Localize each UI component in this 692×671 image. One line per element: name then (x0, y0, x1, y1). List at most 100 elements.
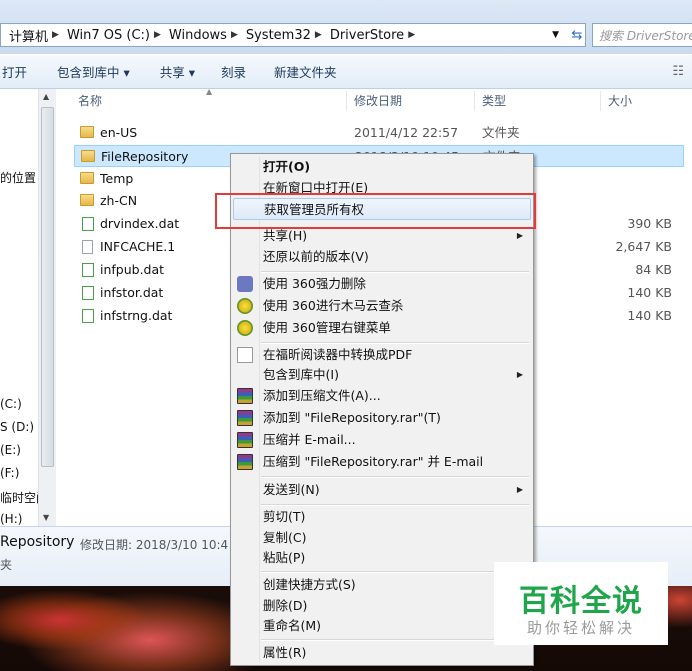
menu-item-share[interactable]: 共享(H) ▶ (233, 225, 531, 247)
breadcrumb-driverstore[interactable]: DriverStore (324, 28, 406, 43)
folder-icon (80, 194, 94, 206)
file-name: infstor.dat (100, 285, 164, 300)
details-modified-date: 修改日期: 2018/3/10 10:4 (80, 538, 229, 552)
menu-item-360-delete[interactable]: 使用 360强力删除 (233, 273, 531, 295)
menu-item-send-to[interactable]: 发送到(N) ▶ (233, 479, 531, 501)
watermark-subtitle: 助你轻松解决 (526, 619, 635, 637)
menu-item-add-archive[interactable]: 添加到压缩文件(A)... (233, 385, 531, 407)
command-toolbar: 打开 包含到库中 ▾ 共享 ▾ 刻录 新建文件夹 ☷ (0, 55, 692, 89)
winrar-icon (237, 410, 253, 426)
winrar-icon (237, 454, 253, 470)
nav-item-locations[interactable]: 的位置 (0, 169, 36, 186)
folder-icon (81, 150, 95, 162)
menu-separator (261, 639, 529, 641)
folder-icon (80, 126, 94, 138)
menu-item-delete[interactable]: 删除(D) (233, 595, 531, 617)
file-name: zh-CN (100, 193, 138, 208)
menu-item-compress-email[interactable]: 压缩并 E-mail... (233, 429, 531, 451)
include-in-library-button[interactable]: 包含到库中 ▾ (57, 62, 142, 81)
column-header-type[interactable]: 类型 (482, 89, 506, 115)
column-header-size[interactable]: 大小 (608, 89, 632, 115)
menu-item-360-scan[interactable]: 使用 360进行木马云查杀 (233, 295, 531, 317)
breadcrumb-system32[interactable]: System32 (240, 28, 313, 43)
file-row[interactable]: en-US 2011/4/12 22:57 文件夹 (74, 122, 684, 144)
nav-item-drive-f[interactable]: (F:) (0, 466, 19, 480)
submenu-arrow-icon: ▶ (516, 231, 523, 240)
submenu-arrow-icon: ▶ (516, 370, 523, 379)
share-button[interactable]: 共享 ▾ (160, 62, 207, 81)
file-icon (82, 240, 93, 254)
column-divider[interactable] (346, 91, 347, 111)
menu-item-open-new-window[interactable]: 在新窗口中打开(E) (233, 177, 531, 199)
open-button[interactable]: 打开 (0, 62, 39, 81)
folder-icon (80, 172, 94, 184)
breadcrumb-arrow-icon[interactable]: ▶ (229, 30, 240, 40)
antivirus-icon (237, 320, 253, 336)
address-field[interactable]: 计算机 ▶ Win7 OS (C:) ▶ Windows ▶ System32 … (0, 23, 586, 47)
nav-item-drive-h[interactable]: (H:) (0, 512, 22, 526)
file-name: INFCACHE.1 (100, 239, 176, 254)
menu-item-include-library[interactable]: 包含到库中(I) ▶ (233, 364, 531, 386)
menu-item-convert-pdf[interactable]: 在福昕阅读器中转换成PDF (233, 344, 531, 366)
breadcrumb-arrow-icon[interactable]: ▶ (406, 30, 417, 40)
new-folder-button[interactable]: 新建文件夹 (274, 62, 349, 81)
file-size: 84 KB (635, 262, 672, 277)
scroll-down-icon[interactable]: ▼ (43, 513, 49, 522)
menu-item-compress-rar-email[interactable]: 压缩到 "FileRepository.rar" 并 E-mail (233, 451, 531, 473)
data-file-icon (82, 263, 94, 277)
scroll-up-icon[interactable]: ▲ (43, 92, 49, 101)
breadcrumb-arrow-icon[interactable]: ▶ (50, 30, 61, 40)
menu-item-rename[interactable]: 重命名(M) (233, 615, 531, 637)
menu-item-cut[interactable]: 剪切(T) (233, 506, 531, 528)
search-placeholder: 搜索 DriverStore (599, 28, 692, 43)
breadcrumb-drive[interactable]: Win7 OS (C:) (61, 28, 152, 43)
nav-scrollbar[interactable]: ▲ ▼ (38, 89, 56, 526)
data-file-icon (82, 309, 94, 323)
column-divider[interactable] (474, 91, 475, 111)
pdf-icon (237, 347, 253, 363)
menu-separator (261, 571, 529, 573)
breadcrumb-windows[interactable]: Windows (163, 28, 229, 43)
nav-item-drive-c[interactable]: (C:) (0, 397, 22, 411)
file-size: 2,647 KB (615, 239, 672, 254)
file-name: drvindex.dat (100, 216, 180, 231)
search-input[interactable]: 搜索 DriverStore (592, 23, 692, 47)
file-size: 390 KB (627, 216, 672, 231)
menu-item-properties[interactable]: 属性(R) (233, 642, 531, 664)
view-options-icon[interactable]: ☷ (672, 64, 684, 79)
menu-item-create-shortcut[interactable]: 创建快捷方式(S) (233, 574, 531, 596)
address-bar-area: 计算机 ▶ Win7 OS (C:) ▶ Windows ▶ System32 … (0, 0, 692, 54)
sort-arrow-icon: ▲ (206, 87, 213, 96)
menu-item-add-rar[interactable]: 添加到 "FileRepository.rar"(T) (233, 407, 531, 429)
submenu-arrow-icon: ▶ (516, 485, 523, 494)
menu-item-paste[interactable]: 粘贴(P) (233, 547, 531, 569)
file-name: en-US (100, 125, 138, 140)
file-name: FileRepository (101, 149, 189, 164)
breadcrumb-arrow-icon[interactable]: ▶ (152, 30, 163, 40)
file-name: infpub.dat (100, 262, 165, 277)
column-header-name[interactable]: 名称 (78, 89, 102, 115)
nav-item-drive-e[interactable]: (E:) (0, 443, 21, 457)
address-dropdown-icon[interactable]: ▼ (552, 30, 559, 40)
refresh-icon[interactable]: ⇆ (566, 24, 588, 46)
column-header-date[interactable]: 修改日期 (354, 89, 402, 115)
antivirus-icon (237, 298, 253, 314)
breadcrumb-arrow-icon[interactable]: ▶ (313, 30, 324, 40)
context-menu: 打开(O) 在新窗口中打开(E) 获取管理员所有权 共享(H) ▶ 还原以前的版本… (230, 153, 534, 666)
shredder-icon (237, 276, 253, 292)
file-date: 2011/4/12 22:57 (354, 125, 459, 140)
burn-button[interactable]: 刻录 (221, 62, 258, 81)
menu-item-open[interactable]: 打开(O) (233, 156, 531, 178)
menu-separator (261, 476, 529, 478)
menu-item-360-manage[interactable]: 使用 360管理右键菜单 (233, 317, 531, 339)
scroll-thumb[interactable] (41, 107, 54, 467)
menu-item-take-ownership[interactable]: 获取管理员所有权 (233, 198, 531, 220)
column-divider[interactable] (600, 91, 601, 111)
details-file-type: 夹 (0, 558, 13, 572)
details-file-name: Repository (0, 534, 75, 550)
menu-item-copy[interactable]: 复制(C) (233, 527, 531, 549)
breadcrumb-computer[interactable]: 计算机 (1, 26, 50, 45)
file-name: infstrng.dat (100, 308, 173, 323)
nav-item-drive-d[interactable]: S (D:) (0, 420, 34, 434)
menu-item-restore-versions[interactable]: 还原以前的版本(V) (233, 246, 531, 268)
